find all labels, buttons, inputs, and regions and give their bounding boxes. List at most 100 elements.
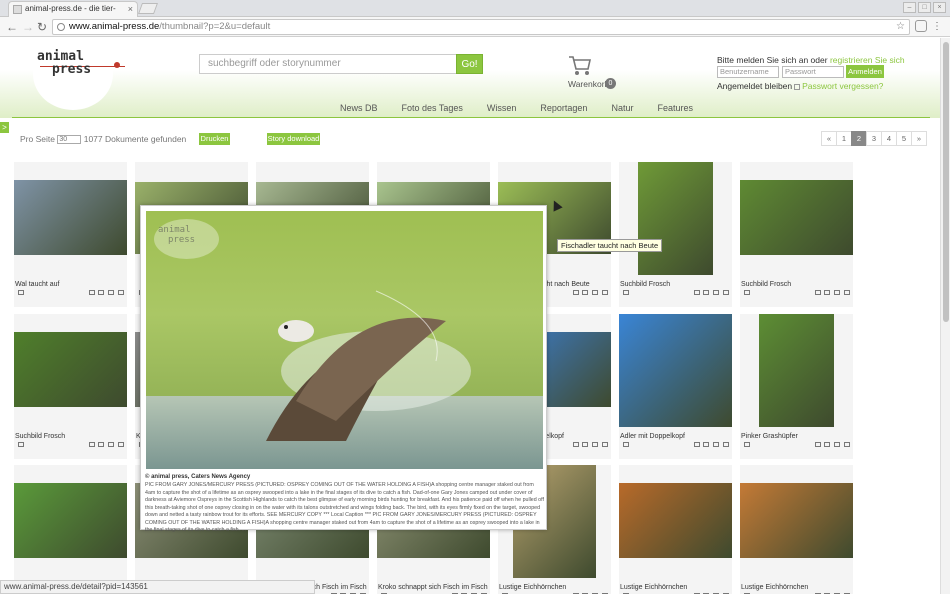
thumbnail-card[interactable]: Suchbild Frosch <box>619 162 732 307</box>
cart-add-icon[interactable] <box>703 442 709 447</box>
forward-arrow-icon[interactable]: → <box>22 20 34 34</box>
extension-icon[interactable] <box>915 20 927 32</box>
thumbnail-card[interactable]: Lustige Eichhörnchen <box>740 465 853 594</box>
image-type-icon[interactable] <box>744 290 750 295</box>
pager-item[interactable]: 3 <box>866 131 882 146</box>
thumbnail-image[interactable] <box>619 483 732 558</box>
thumbnail-card[interactable]: Wal taucht auf <box>14 162 127 307</box>
page-scrollbar[interactable] <box>940 38 950 594</box>
remember-checkbox[interactable] <box>794 83 801 90</box>
menu-item-foto-des-tages[interactable]: Foto des Tages <box>402 103 463 113</box>
thumbnail-card[interactable]: Suchbild Frosch <box>14 314 127 459</box>
shopping-cart-icon[interactable] <box>568 55 592 77</box>
cart-add-icon[interactable] <box>824 442 830 447</box>
thumbnail-caption[interactable]: Kroko schnappt sich Fisch im Fisch <box>378 584 488 591</box>
save-icon[interactable] <box>108 442 114 447</box>
search-input[interactable]: suchbegriff oder storynummer <box>199 54 457 74</box>
per-page-select[interactable]: 30 <box>57 135 82 145</box>
thumbnail-caption[interactable]: Lustige Eichhörnchen <box>620 584 687 591</box>
info-icon[interactable] <box>57 23 65 31</box>
print-button[interactable]: Drucken <box>199 133 230 145</box>
save-icon[interactable] <box>592 290 598 295</box>
thumbnail-image[interactable] <box>759 314 834 427</box>
edit-icon[interactable] <box>118 290 124 295</box>
thumbnail-image[interactable] <box>14 483 127 558</box>
browser-tab[interactable]: animal-press.de - die tier- × <box>8 1 138 17</box>
reload-icon[interactable]: ↻ <box>37 20 47 34</box>
menu-item-wissen[interactable]: Wissen <box>487 103 517 113</box>
zoom-icon[interactable] <box>694 290 700 295</box>
thumbnail-caption[interactable]: Adler mit Doppelkopf <box>620 433 685 440</box>
image-type-icon[interactable] <box>18 290 24 295</box>
zoom-icon[interactable] <box>815 442 821 447</box>
image-type-icon[interactable] <box>623 290 629 295</box>
pager-item[interactable]: 5 <box>896 131 912 146</box>
save-icon[interactable] <box>713 290 719 295</box>
menu-item-natur[interactable]: Natur <box>611 103 633 113</box>
logo-text[interactable]: animal press <box>37 50 91 76</box>
thumbnail-image[interactable] <box>740 180 853 255</box>
zoom-icon[interactable] <box>573 290 579 295</box>
back-arrow-icon[interactable]: ← <box>6 20 18 34</box>
thumbnail-image[interactable] <box>14 332 127 407</box>
pager-item[interactable]: « <box>821 131 837 146</box>
save-icon[interactable] <box>834 442 840 447</box>
thumbnail-card[interactable]: Adler mit Doppelkopf <box>619 314 732 459</box>
cart-add-icon[interactable] <box>98 290 104 295</box>
thumbnail-image[interactable] <box>619 314 732 427</box>
menu-item-reportagen[interactable]: Reportagen <box>540 103 587 113</box>
new-tab-button[interactable] <box>137 3 159 14</box>
save-icon[interactable] <box>592 442 598 447</box>
image-type-icon[interactable] <box>744 442 750 447</box>
cart-add-icon[interactable] <box>582 442 588 447</box>
zoom-icon[interactable] <box>694 442 700 447</box>
scrollbar-thumb[interactable] <box>943 42 949 322</box>
edit-icon[interactable] <box>723 290 729 295</box>
login-button[interactable]: Anmelden <box>846 65 884 78</box>
zoom-icon[interactable] <box>815 290 821 295</box>
thumbnail-caption[interactable]: Suchbild Frosch <box>620 281 670 288</box>
thumbnail-caption[interactable]: Suchbild Frosch <box>741 281 791 288</box>
close-tab-icon[interactable]: × <box>128 2 133 16</box>
image-type-icon[interactable] <box>18 442 24 447</box>
edit-icon[interactable] <box>723 442 729 447</box>
thumbnail-image[interactable] <box>638 162 713 275</box>
register-link[interactable]: registrieren Sie sich <box>830 55 905 65</box>
pager-item[interactable]: 1 <box>836 131 852 146</box>
thumbnail-card[interactable] <box>14 465 127 594</box>
save-icon[interactable] <box>834 290 840 295</box>
edit-icon[interactable] <box>602 442 608 447</box>
pager-item[interactable]: 4 <box>881 131 897 146</box>
menu-item-news-db[interactable]: News DB <box>340 103 378 113</box>
pager-item[interactable]: 2 <box>851 131 867 146</box>
thumbnail-caption[interactable]: Suchbild Frosch <box>15 433 65 440</box>
thumbnail-caption[interactable]: Wal taucht auf <box>15 281 60 288</box>
cart-add-icon[interactable] <box>98 442 104 447</box>
zoom-icon[interactable] <box>573 442 579 447</box>
cart-add-icon[interactable] <box>824 290 830 295</box>
maximize-icon[interactable]: □ <box>918 2 931 13</box>
cart-add-icon[interactable] <box>703 290 709 295</box>
edit-icon[interactable] <box>844 442 850 447</box>
thumbnail-image[interactable] <box>14 180 127 255</box>
story-download-button[interactable]: Story download <box>267 133 320 145</box>
save-icon[interactable] <box>713 442 719 447</box>
thumbnail-image[interactable] <box>740 483 853 558</box>
thumbnail-caption[interactable]: Lustige Eichhörnchen <box>741 584 808 591</box>
thumbnail-card[interactable]: Lustige Eichhörnchen <box>619 465 732 594</box>
menu-item-features[interactable]: Features <box>657 103 693 113</box>
close-window-icon[interactable]: × <box>933 2 946 13</box>
password-field[interactable]: Passwort <box>782 66 844 78</box>
address-bar[interactable]: www.animal-press.de/thumbnail?p=2&u=defa… <box>52 19 910 35</box>
save-icon[interactable] <box>108 290 114 295</box>
edit-icon[interactable] <box>602 290 608 295</box>
edit-icon[interactable] <box>118 442 124 447</box>
menu-icon[interactable]: ⋮ <box>932 20 942 34</box>
pager-item[interactable]: » <box>911 131 927 146</box>
username-field[interactable]: Benutzername <box>717 66 779 78</box>
cart-add-icon[interactable] <box>582 290 588 295</box>
forgot-password-link[interactable]: Passwort vergessen? <box>802 81 883 91</box>
thumbnail-card[interactable]: Pinker Grashüpfer <box>740 314 853 459</box>
side-panel-toggle[interactable]: > <box>0 122 9 133</box>
cart-label[interactable]: Warenkorb <box>568 79 609 89</box>
